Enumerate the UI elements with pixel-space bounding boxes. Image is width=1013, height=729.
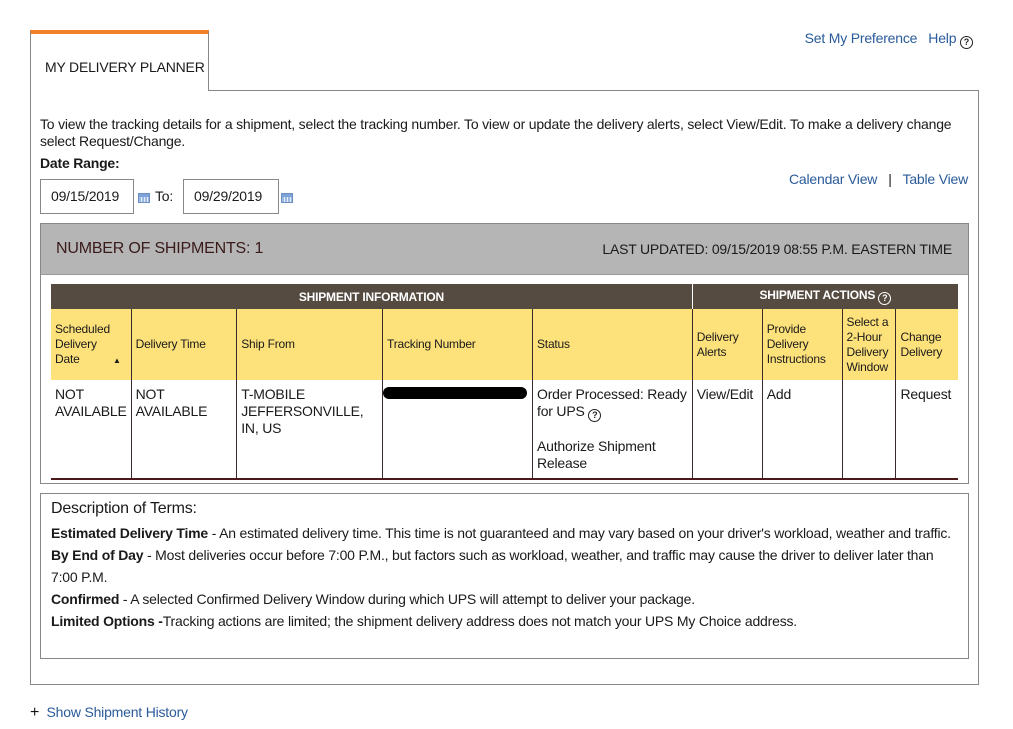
terms-title: Description of Terms: [51,500,197,517]
redacted-tracking-number[interactable] [383,387,528,399]
plus-icon[interactable]: + [30,704,39,721]
term-text: - An estimated delivery time. This time … [208,525,951,541]
term-text: - Most deliveries occur before 7:00 P.M.… [51,547,934,585]
term: Limited Options - [51,613,163,629]
group-shipment-actions: SHIPMENT ACTIONS ? [691,284,958,309]
shipments-table: SHIPMENT INFORMATION SHIPMENT ACTIONS ? … [51,284,958,480]
table-view-link[interactable]: Table View [903,171,969,187]
col-change-delivery: Change Delivery [895,309,958,380]
help-icon[interactable]: ? [588,409,602,422]
calendar-view-link[interactable]: Calendar View [789,171,877,187]
show-history-link[interactable]: Show Shipment History [47,704,189,720]
separator: | [888,171,892,187]
col-tracking-number: Tracking Number [382,309,533,380]
set-preference-link[interactable]: Set My Preference [805,30,918,46]
term: Estimated Delivery Time [51,525,208,541]
show-history[interactable]: + Show Shipment History [30,704,188,722]
term-item: Limited Options -Tracking actions are li… [51,610,958,632]
description-of-terms: Description of Terms: Estimated Delivery… [40,493,969,659]
help-icon[interactable]: ? [960,36,973,49]
tab-my-delivery-planner[interactable]: MY DELIVERY PLANNER [30,30,209,91]
help-icon[interactable]: ? [878,292,892,305]
col-delivery-window: Select a 2-Hour Delivery Window [841,309,896,380]
cell-date: NOT AVAILABLE [51,380,132,480]
cell-time: NOT AVAILABLE [130,380,237,480]
cell-tracking[interactable] [382,380,533,480]
term-item: Confirmed - A selected Confirmed Deliver… [51,588,958,610]
cell-ship-from: T-MOBILE JEFFERSONVILLE, IN, US [236,380,383,480]
col-delivery-time: Delivery Time [130,309,237,380]
shipments-panel: NUMBER OF SHIPMENTS: 1 LAST UPDATED: 09/… [40,223,969,484]
to-label: To: [155,188,174,204]
table-row: NOT AVAILABLE NOT AVAILABLE T-MOBILE JEF… [51,380,958,480]
group-actions-label: SHIPMENT ACTIONS [759,288,876,302]
view-switch: Calendar View | Table View [789,171,968,187]
calendar-icon[interactable] [138,193,150,203]
col-scheduled-date[interactable]: Scheduled Delivery Date ▲ [51,309,132,380]
col-delivery-alerts: Delivery Alerts [691,309,763,380]
col-delivery-instructions: Provide Delivery Instructions [761,309,843,380]
col-status: Status [532,309,693,380]
panel-header: NUMBER OF SHIPMENTS: 1 LAST UPDATED: 09/… [41,224,968,275]
cell-status: Order Processed: Ready for UPS ? Authoriz… [532,380,693,480]
last-updated: LAST UPDATED: 09/15/2019 08:55 P.M. EAST… [602,241,952,257]
col-label: Scheduled Delivery Date [55,321,110,366]
intro-text: To view the tracking details for a shipm… [40,116,952,149]
status-text: Order Processed: Ready for UPS [537,386,687,419]
term: By End of Day [51,547,144,563]
cell-change[interactable]: Request [895,380,958,480]
date-range-label: Date Range: [40,155,120,171]
cell-instructions[interactable]: Add [761,380,843,480]
cell-window [841,380,896,480]
term: Confirmed [51,591,120,607]
sort-asc-icon[interactable]: ▲ [113,356,121,365]
help-link[interactable]: Help [928,30,956,46]
group-shipment-information: SHIPMENT INFORMATION [51,284,693,309]
term-text: - A selected Confirmed Delivery Window d… [119,591,695,607]
term-item: Estimated Delivery Time - An estimated d… [51,522,958,544]
term-text: Tracking actions are limited; the shipme… [162,613,797,629]
top-links: Set My Preference Help ? [805,30,973,49]
cell-alerts[interactable]: View/Edit [691,380,763,480]
term-item: By End of Day - Most deliveries occur be… [51,544,958,588]
to-date-input[interactable]: 09/29/2019 [183,179,279,214]
calendar-icon[interactable] [281,193,293,203]
shipment-count: NUMBER OF SHIPMENTS: 1 [56,240,264,257]
from-date-input[interactable]: 09/15/2019 [40,179,134,214]
authorize-release[interactable]: Authorize Shipment Release [537,438,688,472]
col-ship-from: Ship From [236,309,383,380]
